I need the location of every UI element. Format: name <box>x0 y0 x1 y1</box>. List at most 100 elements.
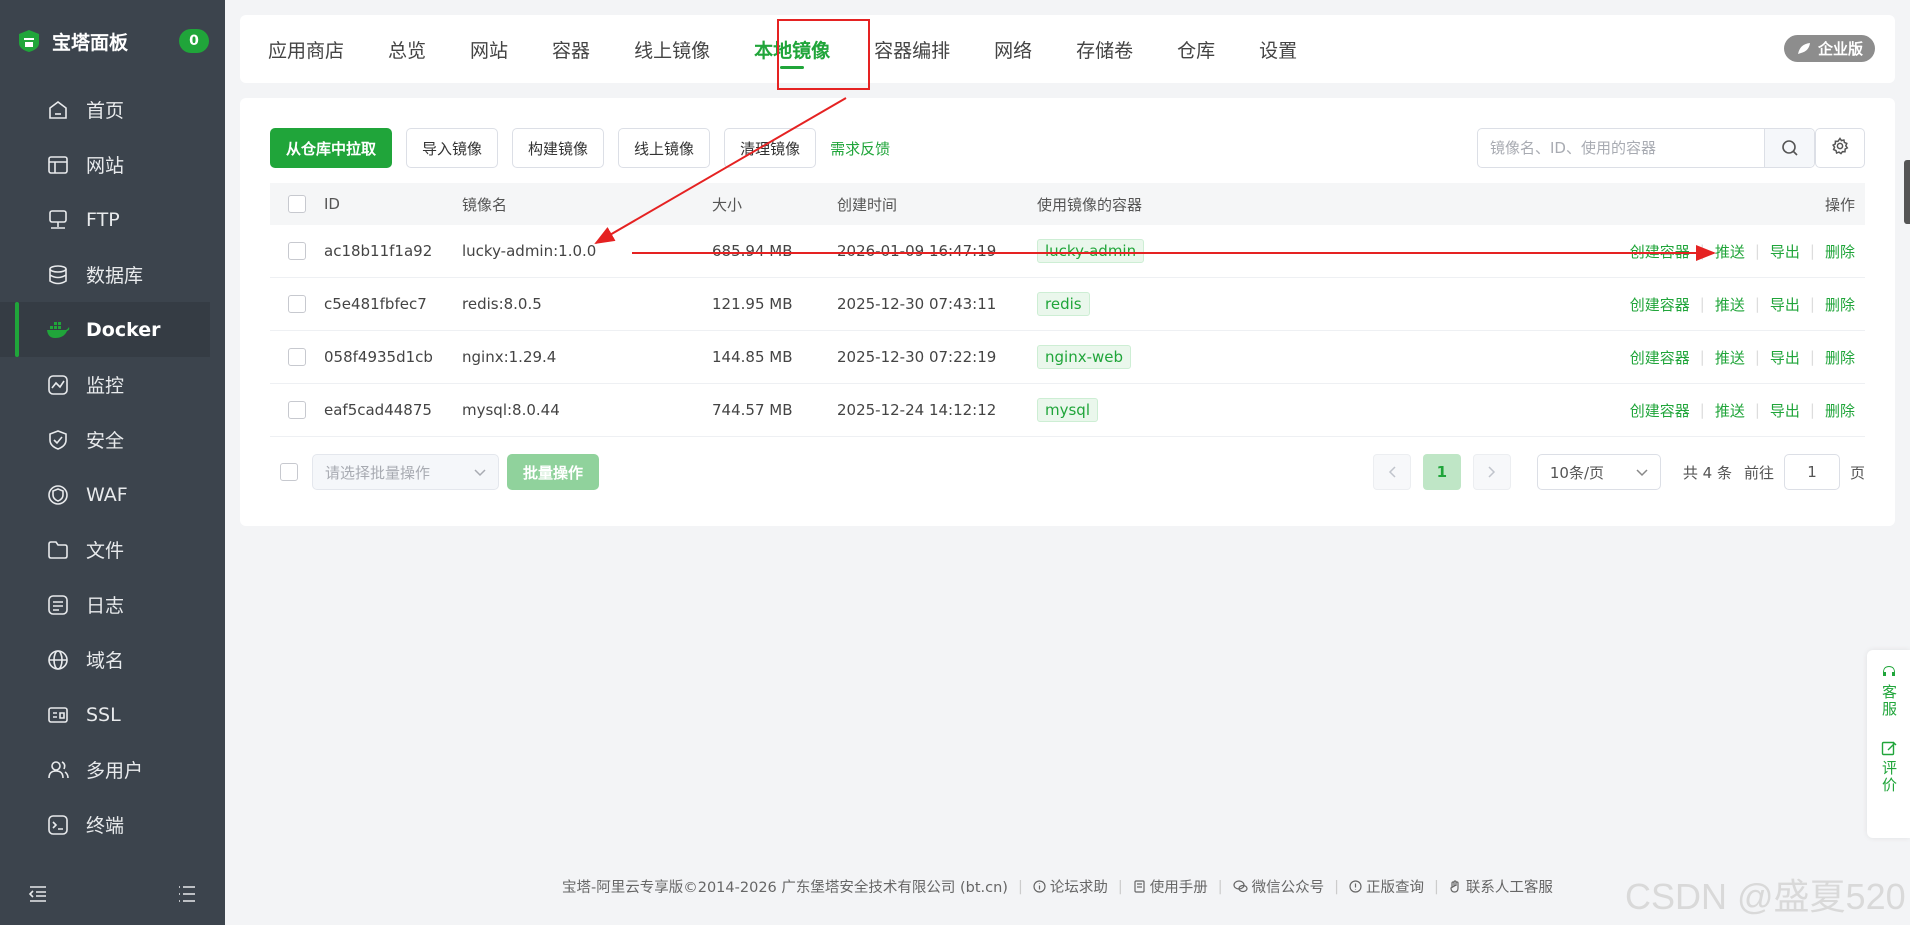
batch-operation-button[interactable]: 批量操作 <box>507 454 600 490</box>
contact-support-label: 联系人工客服 <box>1465 880 1553 896</box>
sidebar-item-docker[interactable]: Docker <box>0 302 210 357</box>
scroll-tab[interactable] <box>1904 160 1910 224</box>
tab-registry[interactable]: 仓库 <box>1155 15 1237 83</box>
ssl-icon <box>46 703 70 727</box>
collapse-sidebar-icon[interactable] <box>28 885 48 907</box>
info-icon <box>1033 880 1046 893</box>
sidebar-item-domain[interactable]: 域名 <box>0 632 225 687</box>
row-checkbox[interactable] <box>288 242 306 260</box>
push-link[interactable]: 推送 <box>1715 347 1745 368</box>
page-unit-label: 页 <box>1849 463 1865 482</box>
image-created-time: 2025-12-30 07:22:19 <box>837 348 997 366</box>
customer-service-button[interactable]: 客服 <box>1880 664 1898 718</box>
page-size-select[interactable]: 10条/页 <box>1536 454 1661 490</box>
brand[interactable]: 宝塔面板 0 <box>0 0 225 82</box>
manual-link-label: 使用手册 <box>1149 880 1208 896</box>
info-icon <box>1349 880 1362 893</box>
pull-from-registry-button[interactable]: 从仓库中拉取 <box>270 128 393 168</box>
notification-badge[interactable]: 0 <box>179 29 209 53</box>
header-time: 创建时间 <box>837 195 898 214</box>
container-tag[interactable]: mysql <box>1037 398 1098 422</box>
create-container-link[interactable]: 创建容器 <box>1630 241 1690 262</box>
image-created-time: 2026-01-09 16:47:19 <box>837 242 997 260</box>
feedback-link[interactable]: 需求反馈 <box>830 138 890 159</box>
sidebar-item-monitor[interactable]: 监控 <box>0 357 225 412</box>
image-name: redis:8.0.5 <box>462 295 542 313</box>
create-container-link[interactable]: 创建容器 <box>1630 347 1690 368</box>
sidebar-item-home[interactable]: 首页 <box>0 82 225 137</box>
sidebar-item-waf[interactable]: WAF <box>0 467 225 522</box>
image-name: lucky-admin:1.0.0 <box>462 242 597 260</box>
create-container-link[interactable]: 创建容器 <box>1630 294 1690 315</box>
sidebar-item-security[interactable]: 安全 <box>0 412 225 467</box>
tab-settings[interactable]: 设置 <box>1237 15 1319 83</box>
build-image-button[interactable]: 构建镜像 <box>512 128 605 168</box>
container-tag[interactable]: nginx-web <box>1037 345 1132 369</box>
sidebar-item-users[interactable]: 多用户 <box>0 742 225 797</box>
contact-support-link[interactable]: 联系人工客服 <box>1449 876 1553 897</box>
export-link[interactable]: 导出 <box>1770 347 1800 368</box>
tab-network[interactable]: 网络 <box>972 15 1054 83</box>
rate-button[interactable]: 评价 <box>1880 740 1898 794</box>
book-icon <box>1134 880 1145 893</box>
create-container-link[interactable]: 创建容器 <box>1630 400 1690 421</box>
online-images-button[interactable]: 线上镜像 <box>618 128 711 168</box>
table-row: eaf5cad44875 mysql:8.0.44 744.57 MB 2025… <box>270 384 1865 437</box>
search-input[interactable] <box>1478 129 1764 167</box>
image-size: 121.95 MB <box>712 295 793 313</box>
current-page[interactable]: 1 <box>1422 454 1461 490</box>
tab-online-images[interactable]: 线上镜像 <box>612 15 732 83</box>
sidebar-item-ftp[interactable]: FTP <box>0 192 225 247</box>
batch-operation-select[interactable]: 请选择批量操作 <box>312 454 499 490</box>
export-link[interactable]: 导出 <box>1770 241 1800 262</box>
push-link[interactable]: 推送 <box>1715 294 1745 315</box>
push-link[interactable]: 推送 <box>1715 400 1745 421</box>
sidebar-item-files[interactable]: 文件 <box>0 522 225 577</box>
import-image-button[interactable]: 导入镜像 <box>406 128 499 168</box>
wechat-link[interactable]: 微信公众号 <box>1233 876 1324 897</box>
license-check-link[interactable]: 正版查询 <box>1349 876 1424 897</box>
row-checkbox[interactable] <box>288 295 306 313</box>
delete-link[interactable]: 删除 <box>1825 294 1855 315</box>
export-link[interactable]: 导出 <box>1770 400 1800 421</box>
sidebar-item-label: 安全 <box>86 430 125 452</box>
globe-icon <box>46 648 70 672</box>
batch-select-all-checkbox[interactable] <box>280 463 298 481</box>
sidebar-item-terminal[interactable]: 终端 <box>0 797 225 852</box>
forum-link[interactable]: 论坛求助 <box>1033 876 1108 897</box>
delete-link[interactable]: 删除 <box>1825 347 1855 368</box>
menu-list-icon[interactable] <box>177 885 197 907</box>
sidebar-item-database[interactable]: 数据库 <box>0 247 225 302</box>
container-tag[interactable]: lucky-admin <box>1037 239 1145 263</box>
row-checkbox[interactable] <box>288 348 306 366</box>
delete-link[interactable]: 删除 <box>1825 400 1855 421</box>
prev-page-icon[interactable] <box>1372 454 1411 490</box>
enterprise-badge[interactable]: 企业版 <box>1783 35 1875 62</box>
sidebar-item-website[interactable]: 网站 <box>0 137 225 192</box>
terminal-icon <box>46 813 70 837</box>
goto-page-input[interactable]: 1 <box>1783 454 1840 490</box>
row-checkbox[interactable] <box>288 401 306 419</box>
tab-website[interactable]: 网站 <box>448 15 530 83</box>
sidebar-item-ssl[interactable]: SSL <box>0 687 225 742</box>
ftp-icon <box>46 208 70 232</box>
sidebar-item-logs[interactable]: 日志 <box>0 577 225 632</box>
delete-link[interactable]: 删除 <box>1825 241 1855 262</box>
container-tag[interactable]: redis <box>1037 292 1090 316</box>
tab-volumes[interactable]: 存储卷 <box>1054 15 1155 83</box>
export-link[interactable]: 导出 <box>1770 294 1800 315</box>
tab-containers[interactable]: 容器 <box>530 15 612 83</box>
tab-compose[interactable]: 容器编排 <box>852 15 972 83</box>
push-link[interactable]: 推送 <box>1715 241 1745 262</box>
monitor-icon <box>46 373 70 397</box>
tab-app-store[interactable]: 应用商店 <box>240 15 366 83</box>
sidebar-item-label: 终端 <box>86 815 125 837</box>
search-icon[interactable] <box>1764 129 1814 167</box>
select-all-checkbox[interactable] <box>288 195 306 213</box>
sidebar-item-label: SSL <box>86 703 121 726</box>
clean-images-button[interactable]: 清理镜像 <box>724 128 817 168</box>
next-page-icon[interactable] <box>1472 454 1511 490</box>
tab-overview[interactable]: 总览 <box>366 15 448 83</box>
manual-link[interactable]: 使用手册 <box>1133 876 1208 897</box>
settings-gear-button[interactable] <box>1815 128 1865 168</box>
